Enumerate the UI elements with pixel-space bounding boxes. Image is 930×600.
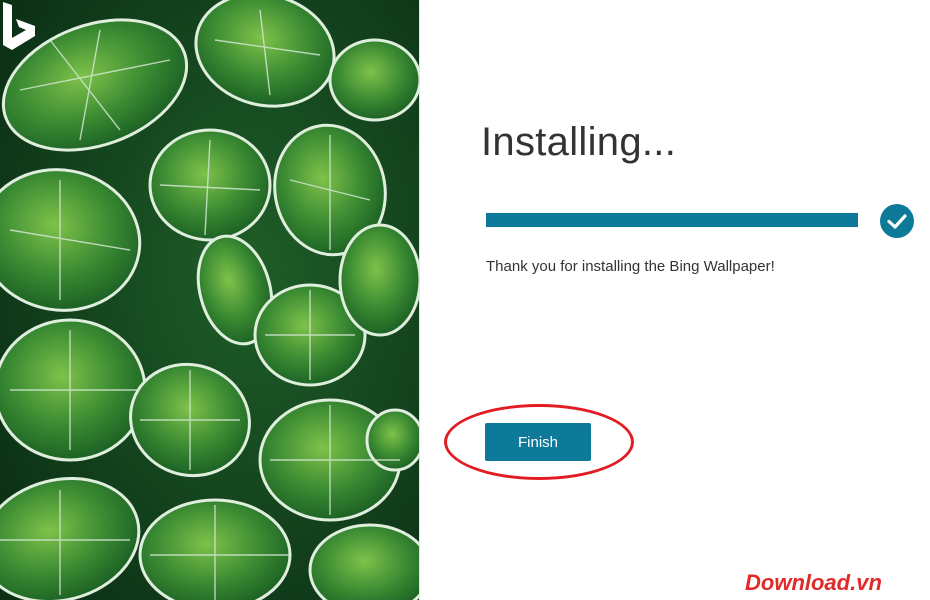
page-title: Installing... [481, 120, 677, 164]
background-image-succulent [0, 0, 419, 600]
bing-logo-icon [3, 2, 35, 50]
succulent-photo [0, 0, 419, 600]
panel-divider [419, 0, 420, 600]
highlight-annotation-circle [444, 404, 634, 480]
completion-message: Thank you for installing the Bing Wallpa… [486, 258, 775, 275]
install-progress-bar [486, 213, 858, 227]
watermark-logo: Download.vn [745, 570, 882, 595]
progress-fill [486, 213, 858, 227]
check-icon [880, 204, 914, 238]
